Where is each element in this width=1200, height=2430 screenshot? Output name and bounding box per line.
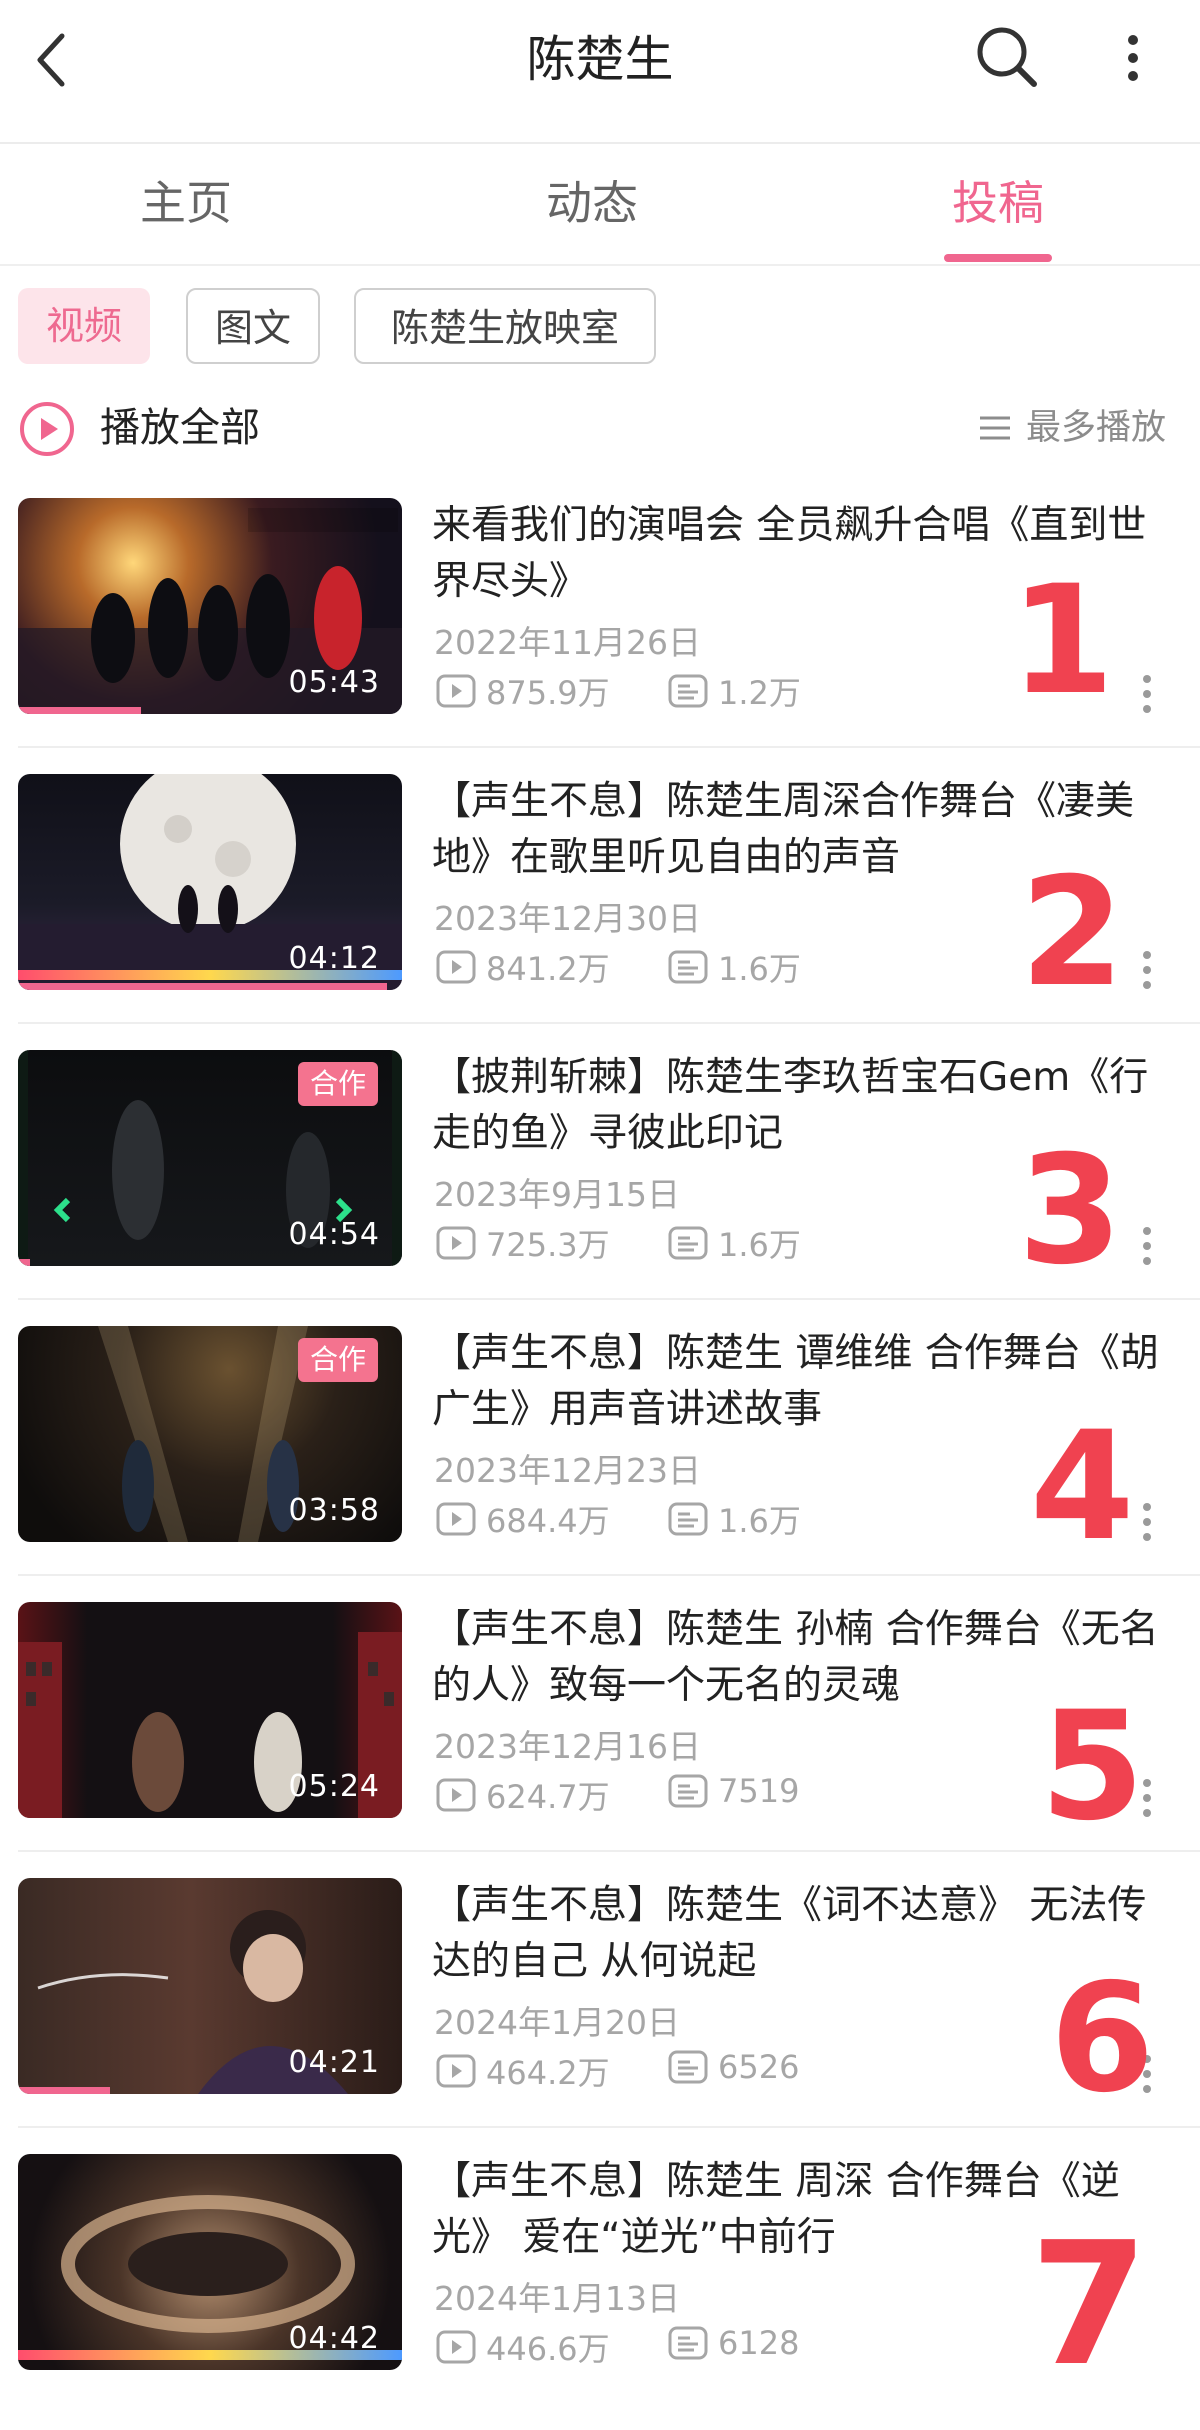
video-duration: 04:12 (288, 941, 380, 976)
video-thumbnail[interactable]: 04:21 (18, 1878, 402, 2094)
tab-submissions[interactable]: 投稿 (868, 144, 1128, 262)
danmaku-icon (668, 674, 708, 708)
rank-number: 1 (1010, 554, 1115, 728)
video-item[interactable]: 05:24 【声生不息】陈楚生 孙楠 合作舞台《无名的人》致每一个无名的灵魂 2… (0, 1602, 1200, 1878)
video-item[interactable]: 04:21 【声生不息】陈楚生《词不达意》 无法传达的自己 从何说起 2024年… (0, 1878, 1200, 2154)
rank-number: 3 (1018, 1124, 1123, 1298)
divider (18, 1850, 1200, 1852)
play-count-icon (436, 1778, 476, 1812)
tab-home[interactable]: 主页 (56, 144, 316, 262)
video-date: 2023年9月15日 (434, 1175, 680, 1214)
play-count: 624.7万 (436, 1772, 610, 1818)
rank-number: 2 (1020, 846, 1125, 1020)
video-item[interactable]: 合作 04:54 【披荆斩棘】陈楚生李玖哲宝石Gem《行走的鱼》寻彼此印记 20… (0, 1050, 1200, 1326)
video-item[interactable]: 05:43 来看我们的演唱会 全员飙升合唱《直到世界尽头》 2022年11月26… (0, 498, 1200, 774)
play-count-icon (436, 1226, 476, 1260)
play-count: 841.2万 (436, 944, 610, 990)
play-all-button[interactable]: 播放全部 (100, 398, 260, 458)
danmaku-icon (668, 2326, 708, 2360)
active-tab-indicator (944, 254, 1052, 262)
video-item[interactable]: 04:12 【声生不息】陈楚生周深合作舞台《凄美地》在歌里听见自由的声音 202… (0, 774, 1200, 1050)
comment-count: 7519 (668, 1772, 799, 1810)
top-bar: 陈楚生 (0, 0, 1200, 142)
danmaku-icon (668, 1226, 708, 1260)
video-date: 2024年1月20日 (434, 2003, 680, 2042)
filter-screening-room[interactable]: 陈楚生放映室 (354, 288, 656, 364)
search-icon[interactable] (972, 22, 1042, 92)
play-count-icon (436, 950, 476, 984)
sort-lines-icon (979, 416, 1010, 440)
video-duration: 04:54 (288, 1217, 380, 1252)
danmaku-icon (668, 1774, 708, 1808)
video-date: 2023年12月23日 (434, 1451, 701, 1490)
more-options-icon[interactable] (1141, 674, 1153, 714)
divider (18, 2126, 1200, 2128)
video-duration: 05:24 (288, 1769, 380, 1804)
danmaku-icon (668, 950, 708, 984)
divider (18, 1022, 1200, 1024)
video-date: 2023年12月30日 (434, 899, 701, 938)
play-circle-icon[interactable] (18, 400, 76, 458)
video-thumbnail[interactable]: 04:12 (18, 774, 402, 990)
video-thumbnail[interactable]: 04:42 (18, 2154, 402, 2370)
more-options-icon[interactable] (1141, 1502, 1153, 1542)
comment-count: 1.6万 (668, 944, 801, 990)
play-count-icon (436, 674, 476, 708)
video-thumbnail[interactable]: 05:43 (18, 498, 402, 714)
comment-count: 1.2万 (668, 668, 801, 714)
divider (18, 1298, 1200, 1300)
filter-image-text[interactable]: 图文 (186, 288, 320, 364)
video-duration: 03:58 (288, 1493, 380, 1528)
video-date: 2024年1月13日 (434, 2279, 680, 2318)
more-options-icon[interactable] (1141, 1226, 1153, 1266)
more-options-icon[interactable] (1141, 950, 1153, 990)
filter-video[interactable]: 视频 (18, 288, 150, 364)
video-thumbnail[interactable]: 05:24 (18, 1602, 402, 1818)
watch-progress-bar (18, 983, 387, 990)
video-duration: 05:43 (288, 665, 380, 700)
more-vertical-icon[interactable] (1110, 26, 1156, 90)
play-count: 684.4万 (436, 1496, 610, 1542)
play-count-icon (436, 2330, 476, 2364)
video-date: 2023年12月16日 (434, 1727, 701, 1766)
rank-number: 4 (1030, 1400, 1135, 1574)
collab-badge: 合作 (297, 1062, 378, 1106)
tab-bar: 主页 动态 投稿 (0, 144, 1200, 262)
video-item[interactable]: 合作 03:58 【声生不息】陈楚生 谭维维 合作舞台《胡广生》用声音讲述故事 … (0, 1326, 1200, 1602)
comment-count: 6526 (668, 2048, 799, 2086)
rank-number: 7 (1030, 2206, 1149, 2404)
play-count: 725.3万 (436, 1220, 610, 1266)
rank-number: 5 (1040, 1680, 1145, 1854)
watch-progress-bar (18, 1259, 30, 1266)
watch-progress-bar (18, 2087, 111, 2094)
collab-badge: 合作 (297, 1338, 378, 1382)
comment-count: 6128 (668, 2324, 799, 2362)
play-count: 875.9万 (436, 668, 610, 714)
video-item[interactable]: 04:42 【声生不息】陈楚生 周深 合作舞台《逆光》 爱在“逆光”中前行 20… (0, 2154, 1200, 2430)
divider (18, 746, 1200, 748)
sort-label: 最多播放 (1025, 408, 1166, 448)
watch-progress-bar (18, 707, 141, 714)
video-duration: 04:21 (288, 2045, 380, 2080)
divider (0, 264, 1200, 266)
play-count-icon (436, 1502, 476, 1536)
video-thumbnail[interactable]: 合作 04:54 (18, 1050, 402, 1266)
sort-button[interactable]: 最多播放 (978, 400, 1166, 456)
divider (18, 1574, 1200, 1576)
video-duration: 04:42 (288, 2321, 380, 2356)
danmaku-icon (668, 2050, 708, 2084)
comment-count: 1.6万 (668, 1220, 801, 1266)
danmaku-icon (668, 1502, 708, 1536)
play-count: 464.2万 (436, 2048, 610, 2094)
rank-number: 6 (1050, 1952, 1155, 2126)
play-count-icon (436, 2054, 476, 2088)
tab-activity[interactable]: 动态 (462, 144, 722, 262)
comment-count: 1.6万 (668, 1496, 801, 1542)
video-thumbnail[interactable]: 合作 03:58 (18, 1326, 402, 1542)
video-date: 2022年11月26日 (434, 623, 701, 662)
play-count: 446.6万 (436, 2324, 610, 2370)
